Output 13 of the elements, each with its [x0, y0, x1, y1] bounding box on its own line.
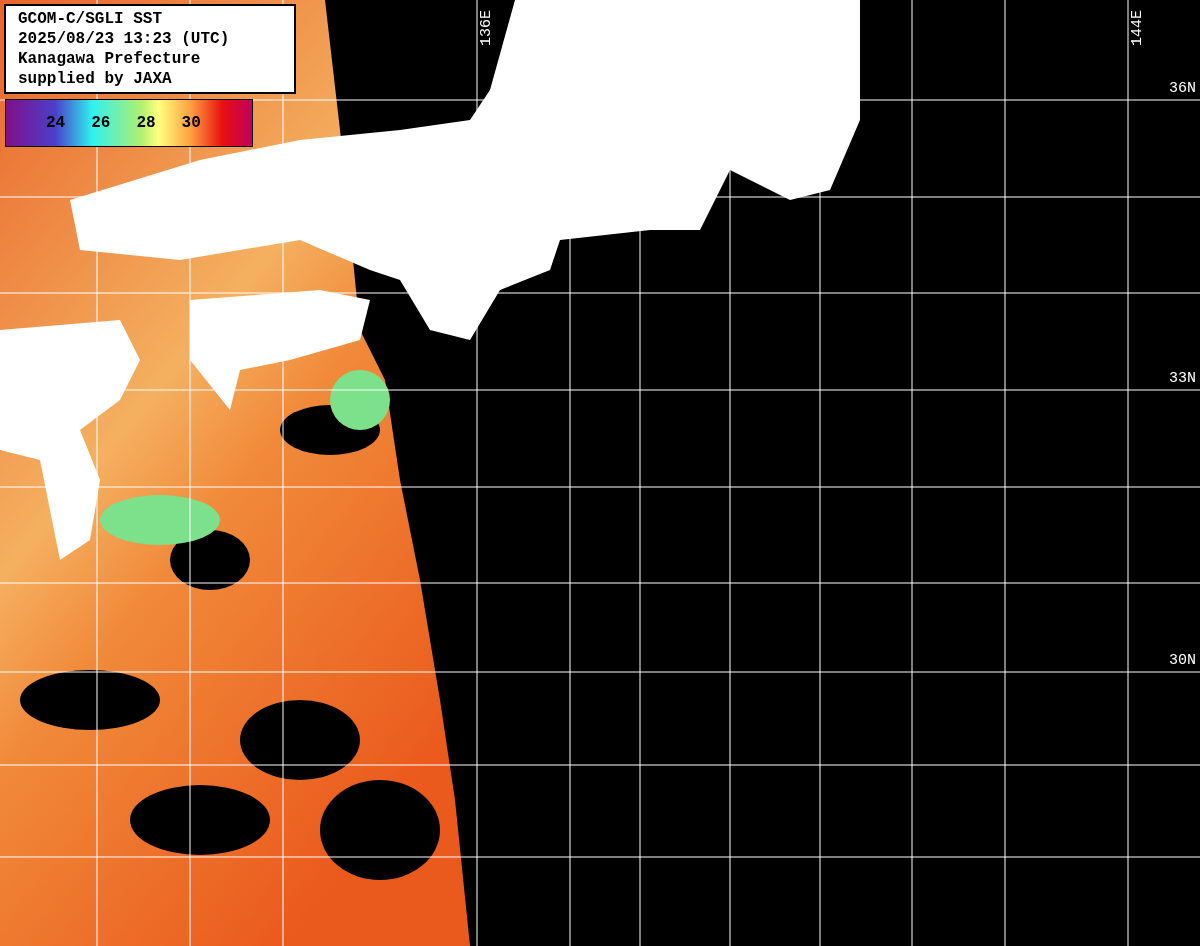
latitude-label: 33N: [1169, 370, 1196, 388]
scale-label: 26: [91, 114, 111, 132]
scale-label: 28: [136, 114, 156, 132]
longitude-label: 144E: [1130, 10, 1146, 46]
info-text: Kanagawa Prefecture: [18, 49, 202, 69]
info-text: 2025/08/23 13:23 (UTC): [18, 29, 231, 49]
scale-label: 24: [46, 114, 66, 132]
longitude-label: 136E: [479, 10, 495, 46]
latitude-label: 36N: [1169, 80, 1196, 98]
scale-label: 30: [181, 114, 201, 132]
info-text: GCOM-C/SGLI SST: [18, 9, 164, 29]
latitude-label: 30N: [1169, 652, 1196, 670]
info-text: supplied by JAXA: [18, 69, 173, 89]
